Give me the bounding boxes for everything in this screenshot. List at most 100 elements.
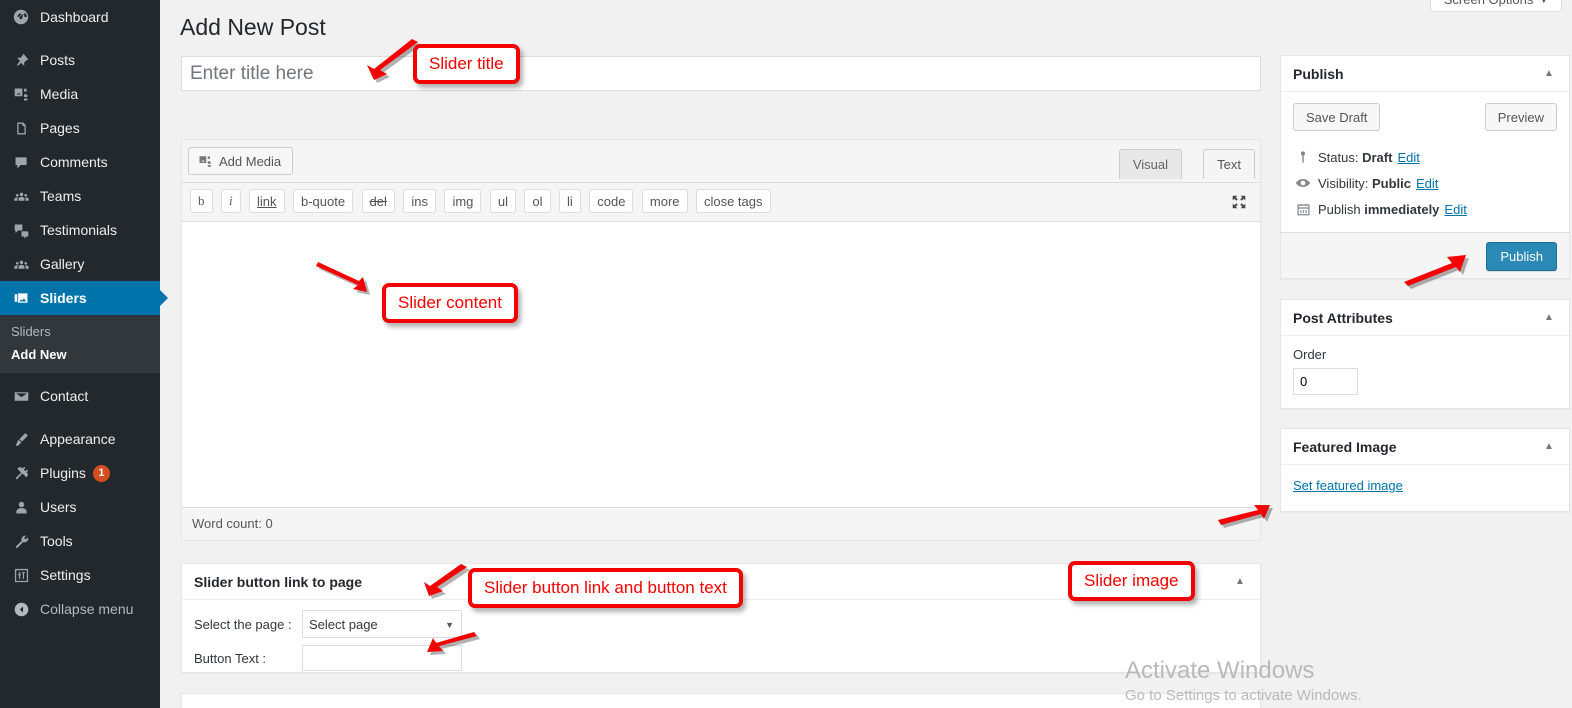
publish-button[interactable]: Publish bbox=[1486, 242, 1557, 271]
sidebar-item-label: Comments bbox=[40, 154, 108, 170]
sidebar-item-dashboard[interactable]: Dashboard bbox=[0, 0, 160, 34]
chevron-up-icon[interactable]: ▲ bbox=[1230, 564, 1250, 599]
sidebar-divider bbox=[0, 413, 160, 422]
sidebar-item-label: Settings bbox=[40, 567, 91, 583]
quicktag-li[interactable]: li bbox=[559, 189, 581, 213]
quicktag-b-quote[interactable]: b-quote bbox=[293, 189, 354, 213]
select-page-label: Select the page : bbox=[194, 616, 292, 632]
plugins-update-badge: 1 bbox=[92, 464, 110, 482]
featured-image-header: Featured Image ▲ bbox=[1281, 429, 1569, 465]
chevron-up-icon[interactable]: ▲ bbox=[1539, 300, 1559, 335]
tab-text[interactable]: Text bbox=[1203, 149, 1255, 179]
publish-misc-actions: Status: Draft Edit Visibility: Public Ed… bbox=[1281, 144, 1569, 232]
post-content-textarea[interactable] bbox=[182, 221, 1260, 507]
sidebar-item-contact[interactable]: Contact bbox=[0, 379, 160, 413]
sidebar-divider bbox=[0, 34, 160, 43]
post-title-input[interactable] bbox=[181, 56, 1261, 91]
visibility-value: Public bbox=[1371, 175, 1411, 191]
chevron-up-icon[interactable]: ▲ bbox=[1539, 56, 1559, 91]
admin-sidebar: Dashboard Posts Media Pages Comments Tea… bbox=[0, 0, 168, 708]
sidebar-item-teams[interactable]: Teams bbox=[0, 179, 160, 213]
calendar-icon bbox=[1293, 202, 1313, 217]
quicktag-link[interactable]: link bbox=[249, 189, 285, 213]
group-icon bbox=[11, 186, 31, 206]
sidebar-item-label: Posts bbox=[40, 52, 76, 68]
quicktag-ins[interactable]: ins bbox=[403, 189, 436, 213]
sidebar-item-appearance[interactable]: Appearance bbox=[0, 422, 160, 456]
status-value: Draft bbox=[1362, 149, 1393, 165]
quicktag-ol[interactable]: ol bbox=[524, 189, 551, 213]
featured-image-panel: Featured Image ▲ Set featured image bbox=[1280, 428, 1570, 512]
select-page-dropdown[interactable]: Select page bbox=[302, 610, 462, 638]
sidebar-item-pages[interactable]: Pages bbox=[0, 111, 160, 145]
watermark-subtitle: Go to Settings to activate Windows. bbox=[1125, 687, 1362, 704]
sidebar-item-comments[interactable]: Comments bbox=[0, 145, 160, 179]
wordpress-admin-screen: Dashboard Posts Media Pages Comments Tea… bbox=[0, 0, 1572, 708]
wrench-icon bbox=[11, 531, 31, 551]
slider-button-link-body: Select the page : Select page ▼ Button T… bbox=[182, 600, 1260, 690]
pin-status-icon bbox=[1293, 150, 1313, 164]
sidebar-item-label: Contact bbox=[40, 388, 89, 404]
schedule-edit-link[interactable]: Edit bbox=[1444, 202, 1466, 217]
quicktag-i[interactable]: i bbox=[220, 189, 241, 213]
sidebar-metabox-column: Publish ▲ Save Draft Preview Status: Dra… bbox=[1280, 55, 1572, 512]
publish-footer: Publish bbox=[1281, 232, 1569, 278]
quicktag-del[interactable]: del bbox=[361, 189, 395, 213]
chevron-down-icon: ▼ bbox=[1539, 0, 1548, 5]
screen-options-toggle[interactable]: Screen Options ▼ bbox=[1430, 0, 1562, 12]
submenu-item-add-new[interactable]: Add New bbox=[0, 343, 160, 366]
button-text-row: Button Text : bbox=[194, 644, 1248, 672]
post-editor: Add Media Visual Text b i link b-quote d… bbox=[181, 139, 1261, 541]
sidebar-item-posts[interactable]: Posts bbox=[0, 43, 160, 77]
quicktag-close-tags[interactable]: close tags bbox=[695, 189, 771, 213]
select-page-row: Select the page : Select page ▼ bbox=[194, 610, 1248, 638]
set-featured-image-link[interactable]: Set featured image bbox=[1293, 478, 1403, 493]
panel-title: Publish bbox=[1293, 65, 1344, 82]
quicktag-b[interactable]: b bbox=[190, 189, 213, 213]
sidebar-item-media[interactable]: Media bbox=[0, 77, 160, 111]
annotation-slider-content: Slider content bbox=[382, 283, 518, 323]
annotation-slider-image: Slider image bbox=[1068, 561, 1195, 601]
preview-button[interactable]: Preview bbox=[1484, 103, 1557, 131]
sidebar-item-label: Gallery bbox=[40, 256, 85, 272]
sidebar-item-sliders[interactable]: Sliders bbox=[0, 281, 168, 315]
sidebar-submenu-sliders: Sliders Add New bbox=[0, 315, 160, 373]
comment-icon bbox=[11, 152, 31, 172]
quicktag-code[interactable]: code bbox=[589, 189, 634, 213]
media-icon bbox=[11, 84, 31, 104]
sidebar-item-label: Users bbox=[40, 499, 77, 515]
add-media-button[interactable]: Add Media bbox=[188, 147, 294, 175]
sidebar-item-collapse-menu[interactable]: Collapse menu bbox=[0, 592, 160, 626]
button-text-input[interactable] bbox=[302, 645, 462, 671]
word-count-status: Word count: 0 bbox=[182, 507, 1260, 539]
annotation-slider-button: Slider button link and button text bbox=[468, 568, 743, 608]
sidebar-item-settings[interactable]: Settings bbox=[0, 558, 160, 592]
sidebar-item-users[interactable]: Users bbox=[0, 490, 160, 524]
testimonial-icon bbox=[11, 220, 31, 240]
email-icon bbox=[11, 386, 31, 406]
order-input[interactable] bbox=[1293, 368, 1358, 395]
quicktag-more[interactable]: more bbox=[641, 189, 688, 213]
screen-options-label: Screen Options bbox=[1444, 0, 1534, 7]
sidebar-item-label: Pages bbox=[40, 120, 80, 136]
visibility-edit-link[interactable]: Edit bbox=[1416, 176, 1438, 191]
fullscreen-icon[interactable] bbox=[1230, 193, 1248, 211]
group-icon bbox=[11, 254, 31, 274]
save-draft-button[interactable]: Save Draft bbox=[1293, 103, 1381, 131]
annotation-text: Slider title bbox=[429, 54, 504, 73]
tab-visual[interactable]: Visual bbox=[1118, 149, 1182, 179]
schedule-value: immediately bbox=[1364, 201, 1440, 217]
sidebar-item-label: Appearance bbox=[40, 431, 116, 447]
chevron-up-icon[interactable]: ▲ bbox=[1539, 429, 1559, 464]
main-content: Screen Options ▼ Add New Post Add Media … bbox=[160, 0, 1572, 708]
submenu-item-sliders[interactable]: Sliders bbox=[0, 320, 160, 343]
quicktag-img[interactable]: img bbox=[444, 189, 482, 213]
sidebar-item-plugins[interactable]: Plugins 1 bbox=[0, 456, 160, 490]
quicktag-ul[interactable]: ul bbox=[489, 189, 516, 213]
sidebar-item-gallery[interactable]: Gallery bbox=[0, 247, 160, 281]
sidebar-item-tools[interactable]: Tools bbox=[0, 524, 160, 558]
publish-actions: Save Draft Preview bbox=[1281, 92, 1569, 144]
schedule-label: Publish bbox=[1318, 201, 1361, 217]
status-edit-link[interactable]: Edit bbox=[1397, 150, 1419, 165]
sidebar-item-testimonials[interactable]: Testimonials bbox=[0, 213, 160, 247]
